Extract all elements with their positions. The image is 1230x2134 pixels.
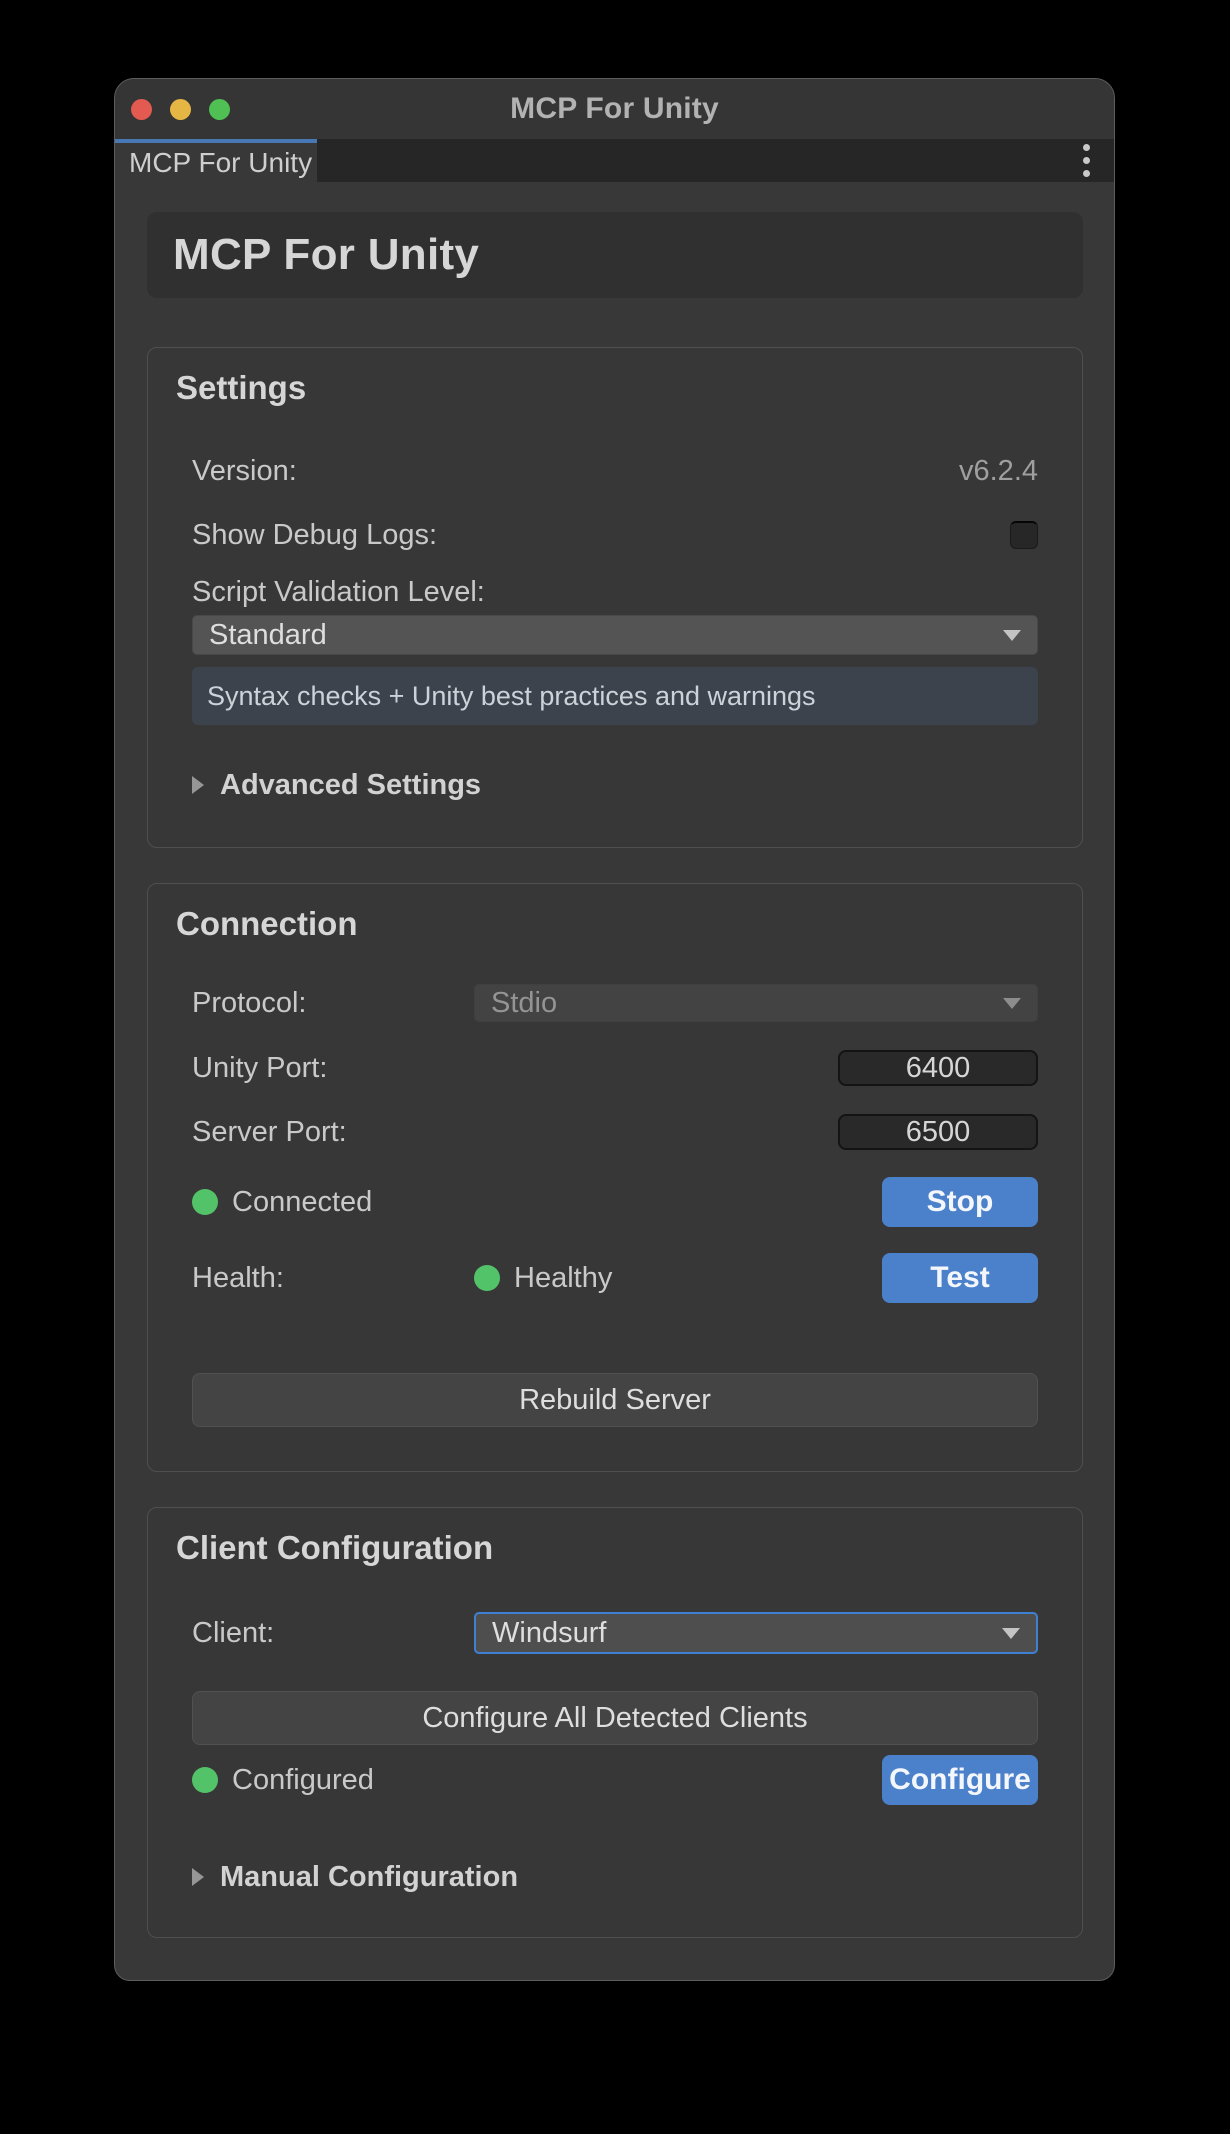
healthy-status-icon bbox=[474, 1265, 500, 1291]
validation-help-text: Syntax checks + Unity best practices and… bbox=[207, 681, 816, 712]
debug-logs-checkbox[interactable] bbox=[1010, 521, 1038, 549]
client-configuration-title: Client Configuration bbox=[176, 1530, 1038, 1566]
settings-section: Settings Version: v6.2.4 Show Debug Logs… bbox=[147, 347, 1083, 848]
version-value: v6.2.4 bbox=[959, 455, 1038, 488]
validation-dropdown-row: Standard bbox=[192, 615, 1038, 655]
protocol-value: Stdio bbox=[491, 987, 557, 1020]
protocol-row: Protocol: Stdio bbox=[192, 984, 1038, 1022]
configured-status-icon bbox=[192, 1767, 218, 1793]
validation-level-dropdown[interactable]: Standard bbox=[192, 615, 1038, 655]
connected-status-icon bbox=[192, 1189, 218, 1215]
mcp-editor-window: MCP For Unity MCP For Unity MCP For Unit… bbox=[114, 78, 1115, 1981]
connection-section-title: Connection bbox=[176, 906, 1038, 942]
settings-section-title: Settings bbox=[176, 370, 1038, 406]
foldout-arrow-icon bbox=[192, 776, 204, 794]
stop-button[interactable]: Stop bbox=[882, 1177, 1038, 1227]
close-window-icon[interactable] bbox=[131, 99, 152, 120]
health-label: Health: bbox=[192, 1262, 474, 1295]
chevron-down-icon bbox=[1003, 998, 1021, 1009]
advanced-settings-label: Advanced Settings bbox=[220, 769, 481, 802]
unity-port-input[interactable] bbox=[838, 1050, 1038, 1086]
chevron-down-icon bbox=[1003, 630, 1021, 641]
validation-level-value: Standard bbox=[209, 619, 327, 652]
content-area: MCP For Unity Settings Version: v6.2.4 S… bbox=[115, 182, 1114, 1938]
unity-port-row: Unity Port: bbox=[192, 1050, 1038, 1086]
manual-configuration-foldout[interactable]: Manual Configuration bbox=[192, 1859, 1038, 1895]
window-menu-icon[interactable] bbox=[1083, 144, 1090, 177]
page-header-banner: MCP For Unity bbox=[147, 212, 1083, 298]
titlebar[interactable]: MCP For Unity bbox=[115, 79, 1114, 139]
server-port-label: Server Port: bbox=[192, 1116, 347, 1149]
server-port-input[interactable] bbox=[838, 1114, 1038, 1150]
debug-logs-row: Show Debug Logs: bbox=[192, 517, 1038, 553]
client-row: Client: Windsurf bbox=[192, 1612, 1038, 1654]
minimize-window-icon[interactable] bbox=[170, 99, 191, 120]
test-button[interactable]: Test bbox=[882, 1253, 1038, 1303]
client-dropdown[interactable]: Windsurf bbox=[474, 1612, 1038, 1654]
tab-label: MCP For Unity bbox=[129, 147, 312, 179]
traffic-lights bbox=[115, 99, 230, 120]
validation-help-box: Syntax checks + Unity best practices and… bbox=[192, 667, 1038, 725]
tab-mcp-for-unity[interactable]: MCP For Unity bbox=[115, 139, 317, 182]
window-title: MCP For Unity bbox=[115, 92, 1114, 126]
page-title: MCP For Unity bbox=[173, 230, 479, 280]
configured-status-row: Configured Configure bbox=[192, 1755, 1038, 1805]
advanced-settings-foldout[interactable]: Advanced Settings bbox=[192, 767, 1038, 803]
debug-logs-label: Show Debug Logs: bbox=[192, 519, 437, 552]
protocol-label: Protocol: bbox=[192, 987, 474, 1020]
configured-status-text: Configured bbox=[232, 1764, 374, 1797]
rebuild-server-button[interactable]: Rebuild Server bbox=[192, 1373, 1038, 1427]
tab-bar: MCP For Unity bbox=[115, 139, 1114, 182]
client-configuration-section: Client Configuration Client: Windsurf Co… bbox=[147, 1507, 1083, 1938]
client-value: Windsurf bbox=[492, 1617, 606, 1650]
health-value: Healthy bbox=[514, 1262, 612, 1295]
health-row: Health: Healthy Test bbox=[192, 1253, 1038, 1303]
connection-status-row: Connected Stop bbox=[192, 1177, 1038, 1227]
server-port-row: Server Port: bbox=[192, 1114, 1038, 1150]
configure-all-button[interactable]: Configure All Detected Clients bbox=[192, 1691, 1038, 1745]
client-label: Client: bbox=[192, 1617, 474, 1650]
connection-section: Connection Protocol: Stdio Unity Port: S… bbox=[147, 883, 1083, 1472]
connected-status-text: Connected bbox=[232, 1186, 372, 1219]
maximize-window-icon[interactable] bbox=[209, 99, 230, 120]
manual-configuration-label: Manual Configuration bbox=[220, 1861, 518, 1894]
foldout-arrow-icon bbox=[192, 1868, 204, 1886]
validation-label-row: Script Validation Level: bbox=[192, 575, 1038, 609]
protocol-dropdown: Stdio bbox=[474, 984, 1038, 1022]
chevron-down-icon bbox=[1002, 1628, 1020, 1639]
validation-level-label: Script Validation Level: bbox=[192, 576, 485, 609]
unity-port-label: Unity Port: bbox=[192, 1052, 327, 1085]
configure-button[interactable]: Configure bbox=[882, 1755, 1038, 1805]
version-label: Version: bbox=[192, 455, 297, 488]
version-row: Version: v6.2.4 bbox=[192, 453, 1038, 489]
